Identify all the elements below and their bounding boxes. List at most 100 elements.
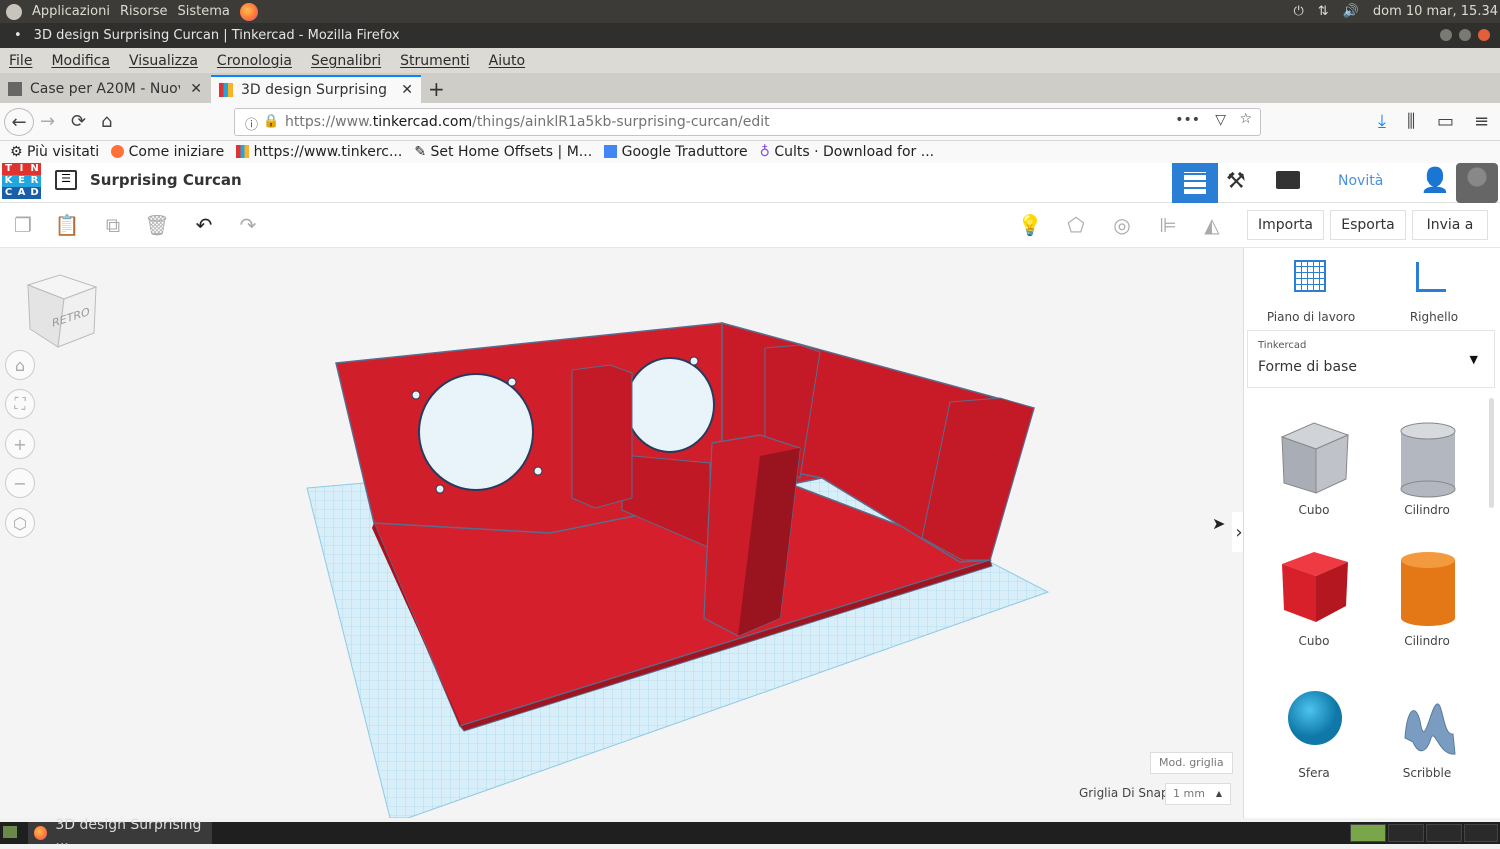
os-menu-applications[interactable]: Applicazioni xyxy=(32,4,110,19)
bricks-icon[interactable] xyxy=(1276,171,1300,189)
panel-scrollbar[interactable] xyxy=(1489,398,1494,508)
screw-hole xyxy=(435,484,445,494)
workplane-canvas[interactable]: RETRO ⌂ ⛶ + − ⬡ ➤ › Mod. griglia Griglia… xyxy=(0,248,1246,819)
export-button[interactable]: Esporta xyxy=(1330,210,1406,240)
favicon-icon xyxy=(8,82,22,96)
perspective-icon[interactable]: ⬡ xyxy=(5,508,35,538)
menu-history[interactable]: Cronologia xyxy=(217,53,292,69)
taskbar-item-firefox[interactable]: 3D design Surprising ... xyxy=(28,817,212,849)
bookmark-getting-started[interactable]: Come iniziare xyxy=(111,144,224,160)
ruler-icon xyxy=(1416,262,1446,292)
align-icon[interactable]: ⊫ xyxy=(1155,212,1181,238)
menu-view[interactable]: Visualizza xyxy=(129,53,198,69)
volume-icon[interactable]: 🔊 xyxy=(1343,4,1359,19)
download-icon[interactable]: ⤓ xyxy=(1378,111,1386,132)
pocket-icon[interactable]: ▽ xyxy=(1215,112,1226,128)
library-icon[interactable]: ⫼ xyxy=(1407,111,1415,132)
add-user-icon[interactable]: 👤 xyxy=(1420,166,1450,194)
zoom-out-icon[interactable]: − xyxy=(5,468,35,498)
tinkercad-logo[interactable]: TIN KER CAD xyxy=(2,163,42,201)
shape-cylinder-striped[interactable]: Cilindro xyxy=(1377,413,1477,523)
workspace-switcher-3[interactable] xyxy=(1426,824,1462,842)
shape-sphere[interactable]: Sfera xyxy=(1264,676,1364,786)
undo-icon[interactable]: ↶ xyxy=(191,212,217,238)
back-icon[interactable]: ← xyxy=(4,108,34,136)
news-link[interactable]: Novità xyxy=(1338,173,1383,189)
bookmark-tinkercad[interactable]: https://www.tinkerc... xyxy=(236,144,402,160)
bookmark-star-icon[interactable]: ☆ xyxy=(1239,111,1252,127)
url-bar[interactable]: ⓘ 🔒 https://www. tinkercad.com/things/ain… xyxy=(234,108,1261,136)
clock[interactable]: dom 10 mar, 15.34 xyxy=(1373,4,1498,19)
duplicate-icon[interactable]: ⧉ xyxy=(100,212,126,238)
edit-grid-button[interactable]: Mod. griglia xyxy=(1150,752,1233,774)
copy-icon[interactable]: ❐ xyxy=(10,212,36,238)
ubuntu-logo-icon[interactable] xyxy=(6,3,22,20)
forward-icon[interactable]: → xyxy=(40,111,55,132)
power-icon[interactable]: ⏻ xyxy=(1293,4,1303,19)
bookmark-home-offsets[interactable]: ✎ Set Home Offsets | M... xyxy=(414,144,592,160)
menu-help[interactable]: Aiuto xyxy=(489,53,525,69)
close-tab-icon[interactable]: ✕ xyxy=(401,82,413,98)
ruler-tool[interactable]: Righello xyxy=(1394,258,1474,328)
fan-hole-right[interactable] xyxy=(625,357,715,453)
workplane-tool[interactable]: Piano di lavoro xyxy=(1264,258,1358,328)
shape-scribble[interactable]: Scribble xyxy=(1377,676,1477,786)
network-icon[interactable]: ⇅ xyxy=(1318,4,1329,19)
page-actions-icon[interactable]: ••• xyxy=(1175,112,1200,128)
bookmark-most-visited[interactable]: ⚙ Più visitati xyxy=(10,144,99,160)
zoom-in-icon[interactable]: + xyxy=(5,429,35,459)
design-title[interactable]: Surprising Curcan xyxy=(90,171,242,189)
hamburger-menu-icon[interactable]: ≡ xyxy=(1474,111,1489,132)
view-cube[interactable]: RETRO xyxy=(24,273,98,349)
mirror-icon[interactable]: ◭ xyxy=(1199,212,1225,238)
close-window-icon[interactable] xyxy=(1478,29,1490,41)
reload-icon[interactable]: ⟳ xyxy=(71,111,86,132)
ungroup-icon[interactable]: ◎ xyxy=(1109,212,1135,238)
sidebar-icon[interactable]: ▭ xyxy=(1437,111,1454,132)
minimize-icon[interactable] xyxy=(1439,29,1452,41)
group-icon[interactable]: ⬠ xyxy=(1063,212,1089,238)
info-icon[interactable]: ⓘ xyxy=(245,114,258,133)
3d-scene[interactable] xyxy=(0,248,1243,819)
new-tab-icon[interactable]: + xyxy=(428,77,445,101)
os-menu-places[interactable]: Risorse xyxy=(120,4,168,19)
home-view-icon[interactable]: ⌂ xyxy=(5,350,35,380)
codeblocks-icon[interactable]: ⚒ xyxy=(1226,169,1246,194)
3d-view-button[interactable] xyxy=(1172,163,1218,203)
menu-bookmarks[interactable]: Segnalibri xyxy=(311,53,381,69)
shape-cube-striped[interactable]: Cubo xyxy=(1264,413,1364,523)
design-list-icon[interactable]: ☰ xyxy=(55,170,77,190)
show-desktop-icon[interactable] xyxy=(3,826,17,838)
shape-cylinder-orange[interactable]: Cilindro xyxy=(1377,544,1477,654)
avatar[interactable] xyxy=(1456,163,1498,203)
model-pillar-back-left[interactable] xyxy=(571,364,633,509)
workspace-switcher-2[interactable] xyxy=(1388,824,1424,842)
workspace-switcher-4[interactable] xyxy=(1464,824,1498,842)
menu-tools[interactable]: Strumenti xyxy=(400,53,470,69)
tab-case[interactable]: Case per A20M - Nuove i ✕ xyxy=(0,75,210,103)
menu-file[interactable]: File xyxy=(9,53,32,69)
note-icon[interactable]: 💡 xyxy=(1017,212,1043,238)
lock-icon[interactable]: 🔒 xyxy=(263,114,279,129)
home-icon[interactable]: ⌂ xyxy=(101,111,112,132)
menu-edit[interactable]: Modifica xyxy=(51,53,110,69)
fan-hole-left[interactable] xyxy=(418,373,534,491)
close-tab-icon[interactable]: ✕ xyxy=(190,81,202,97)
import-button[interactable]: Importa xyxy=(1247,210,1324,240)
os-menu-system[interactable]: Sistema xyxy=(177,4,229,19)
redo-icon[interactable]: ↷ xyxy=(235,212,261,238)
tab-tinkercad[interactable]: 3D design Surprising Cu ✕ xyxy=(211,75,421,103)
delete-icon[interactable]: 🗑 xyxy=(144,212,170,238)
shape-cube-red[interactable]: Cubo xyxy=(1264,544,1364,654)
bookmark-cults[interactable]: ♁ Cults · Download for ... xyxy=(760,144,934,160)
fit-view-icon[interactable]: ⛶ xyxy=(5,389,35,419)
workspace-switcher[interactable] xyxy=(1350,824,1386,842)
paste-icon[interactable]: 📋 xyxy=(54,212,80,238)
send-to-button[interactable]: Invia a xyxy=(1412,210,1488,240)
snap-grid-select[interactable]: 1 mm ▲ xyxy=(1165,783,1231,805)
firefox-launcher-icon[interactable] xyxy=(239,2,258,21)
maximize-icon[interactable] xyxy=(1458,29,1471,41)
shape-library-dropdown[interactable]: Tinkercad Forme di base ▼ xyxy=(1247,330,1495,388)
ruler-label: Righello xyxy=(1409,310,1459,324)
bookmark-translate[interactable]: Google Traduttore xyxy=(604,144,748,160)
